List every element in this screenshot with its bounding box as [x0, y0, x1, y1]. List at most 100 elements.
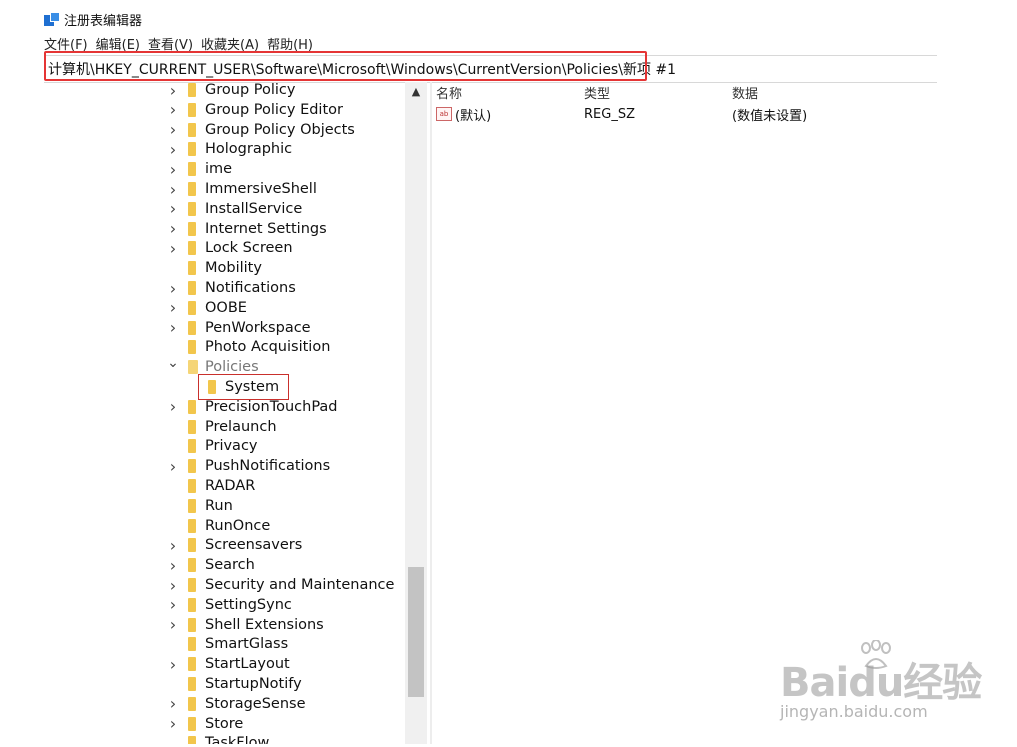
tree-item-smartglass[interactable]: SmartGlass: [44, 634, 405, 654]
chevron-right-icon[interactable]: ›: [168, 595, 178, 615]
chevron-right-icon[interactable]: ›: [168, 575, 178, 595]
chevron-right-icon[interactable]: ›: [168, 397, 178, 417]
folder-icon: [188, 102, 196, 117]
tree-item-label: StartupNotify: [205, 676, 302, 692]
chevron-right-icon[interactable]: ›: [168, 219, 178, 239]
scroll-thumb[interactable]: [408, 567, 424, 697]
folder-icon: [188, 83, 196, 97]
scroll-up-icon[interactable]: ▲: [405, 82, 427, 100]
column-type[interactable]: 类型: [584, 82, 610, 102]
tree-item-pushnotifications[interactable]: › PushNotifications: [44, 456, 405, 476]
chevron-right-icon[interactable]: ›: [168, 714, 178, 734]
tree-item-taskflow[interactable]: TaskFlow: [44, 733, 405, 744]
chevron-right-icon[interactable]: ›: [168, 100, 178, 120]
tree-item-label: OOBE: [205, 299, 247, 316]
tree-item-label: Run: [205, 497, 233, 514]
chevron-right-icon[interactable]: ›: [168, 555, 178, 575]
chevron-right-icon[interactable]: ›: [168, 278, 178, 298]
tree-item-label: RADAR: [205, 478, 256, 494]
chevron-right-icon[interactable]: ›: [168, 615, 178, 635]
address-path[interactable]: 计算机\HKEY_CURRENT_USER\Software\Microsoft…: [44, 59, 676, 79]
tree-item-oobe[interactable]: › OOBE: [44, 298, 405, 318]
chevron-right-icon[interactable]: ›: [168, 120, 178, 140]
tree-item-storagesense[interactable]: › StorageSense: [44, 694, 405, 714]
tree-item-label: Screensavers: [205, 537, 303, 554]
tree-item-search[interactable]: › Search: [44, 555, 405, 575]
column-data[interactable]: 数据: [732, 82, 758, 102]
value-type: REG_SZ: [584, 104, 635, 124]
value-data-text: (数值未设置): [732, 108, 808, 124]
tree-item-store[interactable]: › Store: [44, 714, 405, 734]
tree-item-mobility[interactable]: Mobility: [44, 258, 405, 278]
tree-item-precisiontouchpad[interactable]: › PrecisionTouchPad: [44, 397, 405, 417]
tree-item-startlayout[interactable]: › StartLayout: [44, 654, 405, 674]
tree-item-runonce[interactable]: RunOnce: [44, 516, 405, 536]
tree-item-ime[interactable]: › ime: [44, 159, 405, 179]
tree-item-shell-extensions[interactable]: › Shell Extensions: [44, 615, 405, 635]
tree-item-security-and-maintenance[interactable]: › Security and Maintenance: [44, 575, 405, 595]
tree-item-label: RunOnce: [205, 517, 271, 534]
tree-item-group-policy-editor[interactable]: › Group Policy Editor: [44, 100, 405, 120]
tree-item-immersiveshell[interactable]: › ImmersiveShell: [44, 179, 405, 199]
menu-favorites[interactable]: 收藏夹(A): [201, 34, 259, 53]
folder-icon: [188, 142, 196, 157]
tree-item-group-policy-objects[interactable]: › Group Policy Objects: [44, 120, 405, 140]
watermark-brand: Baidu经验: [780, 660, 982, 706]
tree-item-lock-screen[interactable]: › Lock Screen: [44, 238, 405, 258]
folder-icon: [188, 122, 196, 137]
folder-icon: [188, 182, 196, 196]
tree-item-screensavers[interactable]: › Screensavers: [44, 535, 405, 555]
tree-item-label: PenWorkspace: [205, 319, 311, 336]
tree-item-holographic[interactable]: › Holographic: [44, 139, 405, 159]
value-type-text: REG_SZ: [584, 106, 635, 122]
folder-icon: [188, 538, 196, 553]
tree-item-penworkspace[interactable]: › PenWorkspace: [44, 318, 405, 338]
chevron-right-icon[interactable]: ›: [168, 694, 178, 714]
tree-item-label: SettingSync: [205, 596, 292, 613]
chevron-right-icon[interactable]: ›: [168, 654, 178, 674]
column-name[interactable]: 名称: [436, 82, 462, 102]
menu-edit[interactable]: 编辑(E): [96, 34, 140, 53]
tree-item-label: Security and Maintenance: [205, 577, 395, 593]
chevron-right-icon[interactable]: ›: [168, 199, 178, 219]
tree-item-installservice[interactable]: › InstallService: [44, 199, 405, 219]
folder-icon: [188, 162, 196, 177]
chevron-right-icon[interactable]: ›: [168, 318, 178, 338]
tree-item-system[interactable]: System: [44, 374, 405, 400]
tree-item-settingsync[interactable]: › SettingSync: [44, 595, 405, 615]
chevron-right-icon[interactable]: ›: [168, 82, 178, 100]
tree-item-startupnotify[interactable]: StartupNotify: [44, 674, 405, 694]
watermark: Baidu经验 jingyan.baidu.com: [780, 640, 982, 725]
tree-item-photo-acquisition[interactable]: Photo Acquisition: [44, 337, 405, 357]
tree-item-group-policy[interactable]: › Group Policy: [44, 82, 405, 100]
tree-item-label: TaskFlow: [205, 735, 270, 744]
menu-view[interactable]: 查看(V): [148, 34, 193, 53]
tree-item-prelaunch[interactable]: Prelaunch: [44, 417, 405, 437]
tree-item-label: Mobility: [205, 260, 262, 277]
tree-item-notifications[interactable]: › Notifications: [44, 278, 405, 298]
tree-item-internet-settings[interactable]: › Internet Settings: [44, 219, 405, 239]
tree-item-label: Group Policy Editor: [205, 101, 343, 118]
chevron-right-icon[interactable]: ›: [168, 159, 178, 179]
address-bar[interactable]: 计算机\HKEY_CURRENT_USER\Software\Microsoft…: [44, 55, 937, 83]
chevron-right-icon[interactable]: ›: [168, 139, 178, 159]
chevron-right-icon[interactable]: ›: [168, 298, 178, 318]
menu-bar: 文件(F) 编辑(E) 查看(V) 收藏夹(A) 帮助(H): [44, 34, 313, 53]
registry-tree[interactable]: › Group Policy › Group Policy Editor › Group …: [44, 82, 405, 744]
tree-item-label: Privacy: [205, 438, 258, 455]
menu-file[interactable]: 文件(F): [44, 34, 88, 53]
chevron-right-icon[interactable]: ›: [168, 179, 178, 199]
chevron-right-icon[interactable]: ›: [168, 535, 178, 555]
chevron-right-icon[interactable]: ›: [168, 238, 178, 258]
tree-item-run[interactable]: Run: [44, 496, 405, 516]
tree-scrollbar[interactable]: ▲: [405, 82, 427, 744]
folder-icon: [188, 281, 196, 295]
chevron-down-icon[interactable]: ⌄: [167, 353, 179, 373]
tree-item-privacy[interactable]: Privacy: [44, 436, 405, 456]
tree-item-radar[interactable]: RADAR: [44, 476, 405, 496]
folder-icon: [188, 241, 196, 256]
chevron-right-icon[interactable]: ›: [168, 456, 178, 476]
value-row[interactable]: ab (默认): [436, 104, 491, 124]
menu-help[interactable]: 帮助(H): [267, 34, 313, 53]
tree-item-label: Internet Settings: [205, 220, 327, 237]
